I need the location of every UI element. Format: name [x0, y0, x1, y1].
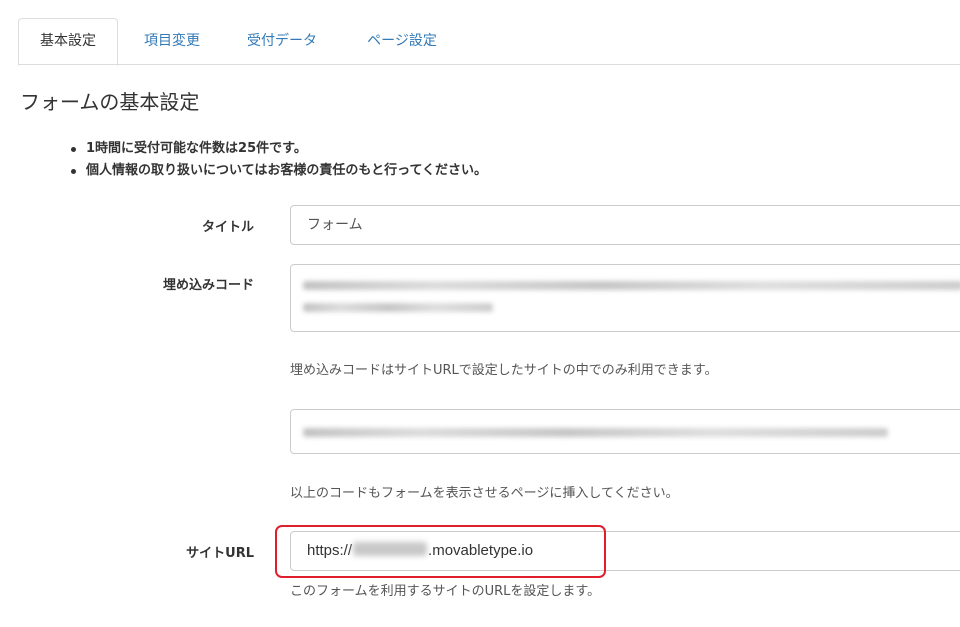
tab-received-data[interactable]: 受付データ	[228, 18, 336, 65]
tab-basic-settings[interactable]: 基本設定	[18, 18, 118, 66]
page-title: フォームの基本設定	[20, 90, 200, 114]
script-code-help: 以上のコードもフォームを表示させるページに挿入してください。	[290, 486, 679, 501]
title-input-value: フォーム	[307, 217, 363, 233]
notes-list: 1時間に受付可能な件数は25件です。 個人情報の取り扱いについてはお客様の責任の…	[68, 138, 487, 182]
embed-code-blurred-line	[303, 281, 960, 290]
title-input[interactable]: フォーム	[290, 205, 960, 245]
tab-edit-fields[interactable]: 項目変更	[126, 18, 218, 65]
tab-page-settings[interactable]: ページ設定	[348, 18, 456, 65]
script-code-input[interactable]	[290, 409, 960, 454]
site-url-help: このフォームを利用するサイトのURLを設定します。	[290, 584, 601, 599]
site-url-highlight-box	[275, 525, 606, 578]
note-item: 1時間に受付可能な件数は25件です。	[68, 138, 487, 160]
note-item: 個人情報の取り扱いについてはお客様の責任のもと行ってください。	[68, 160, 487, 182]
embed-code-blurred-line	[303, 303, 493, 312]
tab-bar: 基本設定 項目変更 受付データ ページ設定	[0, 0, 960, 66]
title-label: タイトル	[201, 220, 254, 235]
embed-code-textarea[interactable]	[290, 264, 960, 332]
embed-code-help: 埋め込みコードはサイトURLで設定したサイトの中でのみ利用できます。	[290, 363, 718, 378]
embed-code-label: 埋め込みコード	[162, 278, 254, 293]
site-url-label: サイトURL	[186, 546, 254, 561]
script-code-blurred-line	[303, 428, 888, 437]
tab-divider	[18, 64, 960, 65]
